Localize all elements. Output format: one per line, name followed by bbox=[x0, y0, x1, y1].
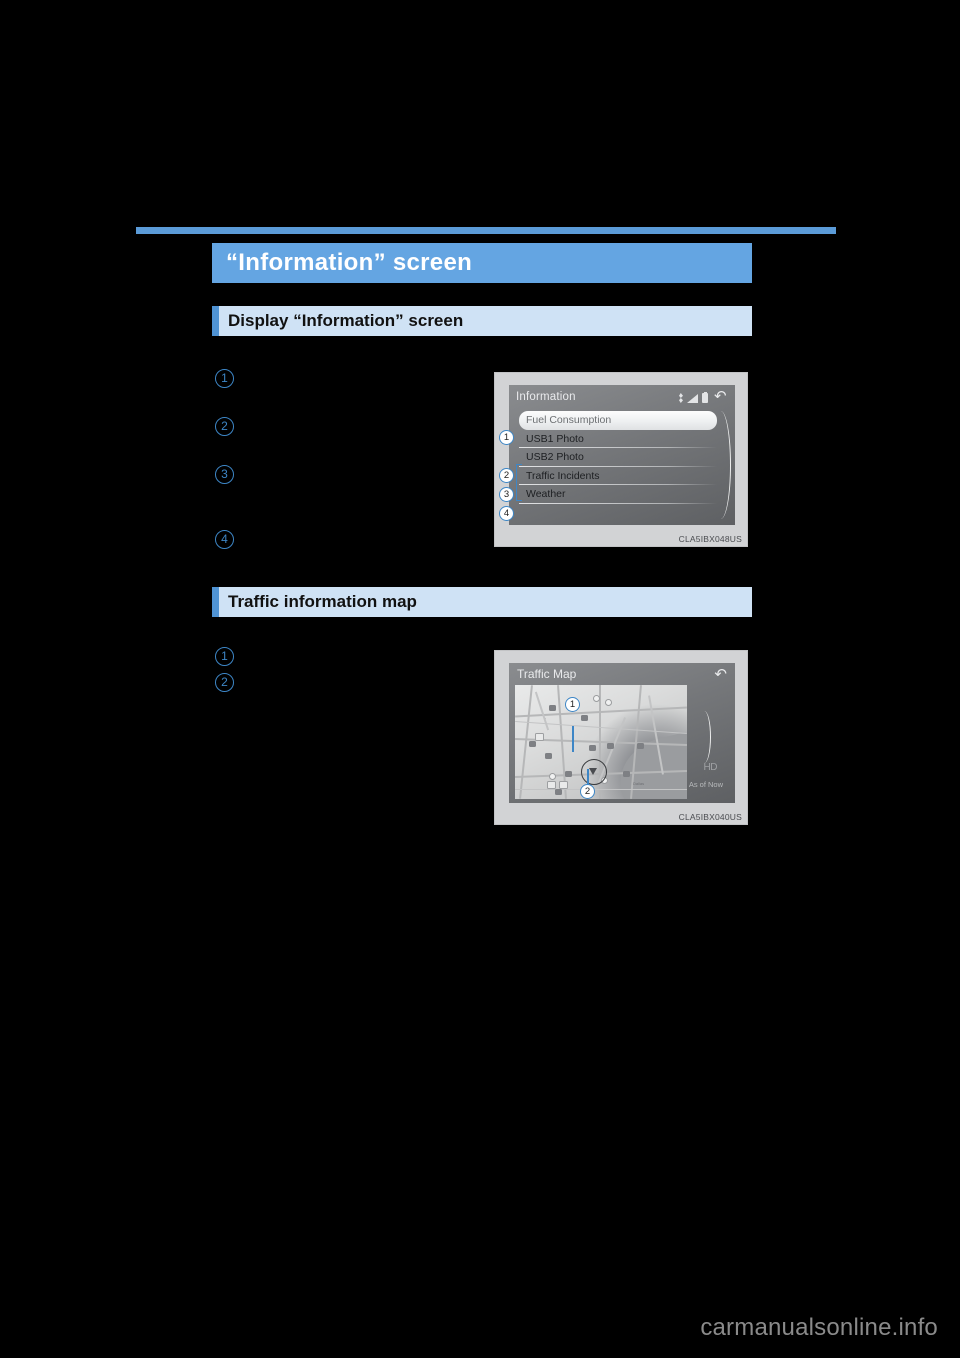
section-heading-label: Display “Information” screen bbox=[228, 311, 464, 330]
callout-marker-1: 1 bbox=[215, 647, 234, 666]
return-icon[interactable]: ↶ bbox=[714, 389, 728, 404]
map-label: . bbox=[545, 715, 547, 720]
figure-callout-1: 1 bbox=[565, 697, 580, 712]
figure-code: CLA5IBX048US bbox=[678, 534, 742, 544]
map-poi bbox=[565, 771, 572, 777]
callout-marker-2: 2 bbox=[215, 673, 234, 692]
menu-item-label: Weather bbox=[526, 488, 566, 501]
map-poi bbox=[529, 741, 536, 747]
page-title-bar: “Information” screen bbox=[212, 243, 752, 283]
screen-title: Traffic Map bbox=[517, 667, 577, 681]
map-poi bbox=[581, 715, 588, 721]
section-heading-label: Traffic information map bbox=[228, 592, 417, 611]
traffic-map-canvas[interactable]: . Dallas bbox=[515, 685, 687, 799]
head-unit-screen-information: Information ↶ Fuel Consumption USB1 Phot… bbox=[509, 385, 735, 525]
screen-title: Information bbox=[516, 391, 576, 403]
menu-item-fuel-consumption[interactable]: Fuel Consumption bbox=[519, 411, 717, 430]
callout-marker-2: 2 bbox=[215, 417, 234, 436]
map-poi bbox=[605, 699, 612, 706]
figure-callout-3: 3 bbox=[499, 487, 514, 502]
vehicle-position-icon bbox=[589, 768, 597, 775]
figure-information-screen: Information ↶ Fuel Consumption USB1 Phot… bbox=[494, 372, 748, 547]
menu-item-usb2-photo[interactable]: USB2 Photo bbox=[519, 448, 717, 467]
map-poi bbox=[549, 773, 556, 780]
bluetooth-icon bbox=[679, 393, 683, 403]
map-poi bbox=[535, 733, 544, 741]
figure-callout-2-bracket bbox=[516, 464, 522, 501]
menu-item-label: USB1 Photo bbox=[526, 432, 584, 445]
timestamp-label: As of Now bbox=[688, 780, 723, 789]
road-segment bbox=[534, 691, 550, 731]
figure-callout-2: 2 bbox=[499, 468, 514, 483]
callout-marker-3: 3 bbox=[215, 465, 234, 484]
menu-item-label: USB2 Photo bbox=[526, 451, 584, 464]
figure-traffic-map-screen: Traffic Map ↶ . Dallas HD As of Now 1 2 … bbox=[494, 650, 748, 825]
map-label-dallas: Dallas bbox=[633, 781, 645, 786]
map-poi bbox=[623, 771, 630, 777]
screen-header: Traffic Map ↶ bbox=[509, 663, 735, 685]
head-unit-screen-traffic-map: Traffic Map ↶ . Dallas HD As of Now bbox=[509, 663, 735, 803]
return-icon[interactable]: ↶ bbox=[714, 667, 727, 682]
menu-item-traffic-incidents[interactable]: Traffic Incidents bbox=[519, 467, 717, 486]
callout-leader-line bbox=[572, 726, 574, 752]
map-poi bbox=[593, 695, 600, 702]
road-segment bbox=[515, 789, 687, 790]
information-menu-list: Fuel Consumption USB1 Photo USB2 Photo T… bbox=[509, 409, 735, 504]
map-poi bbox=[547, 781, 556, 789]
map-poi bbox=[555, 789, 562, 795]
menu-item-label: Fuel Consumption bbox=[526, 414, 612, 427]
figure-code: CLA5IBX040US bbox=[678, 812, 742, 822]
battery-icon bbox=[702, 391, 708, 403]
menu-item-usb1-photo[interactable]: USB1 Photo bbox=[519, 430, 717, 449]
section-heading-display-information: Display “Information” screen bbox=[212, 306, 752, 336]
map-poi bbox=[589, 745, 596, 751]
map-poi bbox=[559, 781, 568, 789]
callout-marker-1: 1 bbox=[215, 369, 234, 388]
map-poi bbox=[637, 743, 644, 749]
manual-page: “Information” screen Display “Informatio… bbox=[0, 0, 960, 1358]
figure-callout-4: 4 bbox=[499, 506, 514, 521]
map-poi bbox=[607, 743, 614, 749]
menu-item-label: Traffic Incidents bbox=[526, 469, 600, 482]
map-scroll-indicator[interactable] bbox=[700, 711, 711, 763]
status-bar: ↶ bbox=[679, 389, 728, 404]
callout-leader-line bbox=[587, 769, 589, 785]
hd-radio-icon: HD bbox=[703, 762, 718, 773]
map-poi bbox=[545, 753, 552, 759]
page-title: “Information” screen bbox=[226, 249, 473, 276]
screen-header: Information ↶ bbox=[509, 385, 735, 409]
site-watermark: carmanualsonline.info bbox=[700, 1314, 938, 1341]
map-poi bbox=[549, 705, 556, 711]
signal-icon bbox=[687, 394, 698, 403]
figure-callout-1: 1 bbox=[499, 430, 514, 445]
figure-callout-2: 2 bbox=[580, 784, 595, 799]
menu-item-weather[interactable]: Weather bbox=[519, 485, 717, 504]
header-rule bbox=[136, 227, 836, 234]
callout-marker-4: 4 bbox=[215, 530, 234, 549]
section-heading-traffic-information-map: Traffic information map bbox=[212, 587, 752, 617]
